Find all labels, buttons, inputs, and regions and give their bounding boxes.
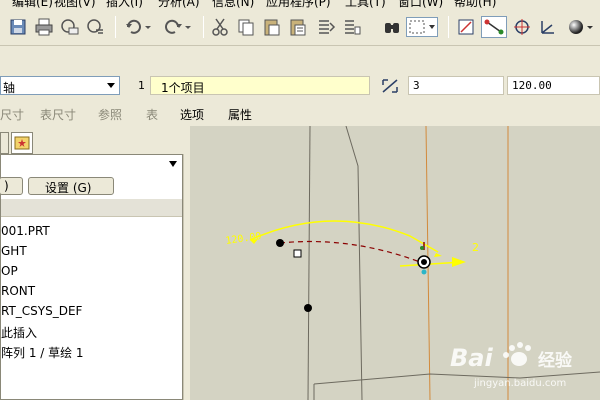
csys-icon[interactable] [538,17,558,37]
datum-axis-icon[interactable] [481,16,507,38]
undo-icon[interactable] [124,17,152,37]
axis-type-select[interactable]: 轴 [0,76,120,95]
tree-item-pattern[interactable]: 阵列 1 / 草绘 1 [1,344,84,361]
tree-item-front-plane[interactable]: RONT [1,284,35,298]
baidu-jingyan-watermark: Bai 经验 jingyan.baidu.com [446,336,600,400]
tab-options[interactable]: 选项 [180,106,204,123]
flip-direction-icon[interactable] [380,77,400,95]
toolbar [0,9,600,46]
tab-references[interactable]: 参照 [98,106,122,123]
paw-icon [503,342,531,366]
regen-manager-icon[interactable] [342,17,362,37]
paste-icon[interactable] [262,17,282,37]
menu-bar: 编辑(E) 视图(V) 插入(I) 分析(A) 信息(N) 应用程序(P) 工具… [0,0,600,9]
tree-item-insert-here[interactable]: 此插入 [1,324,37,341]
menu-view[interactable]: 视图(V) [54,0,96,9]
model-tree: ) 设置 (G) 001.PRT GHT OP RONT RT_CSYS_DEF… [0,154,183,400]
tree-item-part[interactable]: 001.PRT [1,224,50,238]
tab-table[interactable]: 表 [146,106,158,123]
watermark-brand-suffix: 经验 [538,350,573,371]
tree-item-top-plane[interactable]: OP [1,264,18,278]
menu-analysis[interactable]: 分析(A) [158,0,200,9]
menu-tools[interactable]: 工具(T) [345,0,386,9]
axis-type-value: 轴 [3,81,16,95]
panel-tabs: 尺寸 表尺寸 参照 表 选项 属性 [0,100,600,126]
menu-edit[interactable]: 编辑(E) [12,0,53,9]
chevron-down-icon[interactable] [169,161,177,167]
menu-window[interactable]: 窗口(W) [398,0,443,9]
cut-icon[interactable] [210,17,230,37]
email-link-icon[interactable] [86,17,106,37]
tab-dimensions[interactable]: 尺寸 [0,106,24,123]
navigator-tab-favorites[interactable] [11,132,33,154]
paste-special-icon[interactable] [288,17,308,37]
datum-plane-icon[interactable] [456,17,476,37]
regenerate-icon[interactable] [316,17,336,37]
shading-icon[interactable] [566,17,596,37]
find-icon[interactable] [382,17,402,37]
settings-button[interactable]: 设置 (G) [28,177,114,195]
show-button[interactable]: ) [0,177,23,195]
menu-applications[interactable]: 应用程序(P) [266,0,331,9]
navigator-tab-model-tree[interactable] [0,132,9,154]
datum-point-icon[interactable] [512,17,532,37]
tab-properties[interactable]: 属性 [228,106,252,123]
count-label[interactable]: 2 [472,241,479,254]
watermark-url: jingyan.baidu.com [473,378,566,389]
model-tree-panel: ) 设置 (G) 001.PRT GHT OP RONT RT_CSYS_DEF… [0,126,190,400]
pattern-count-input[interactable]: 3 [408,76,504,95]
copy-icon[interactable] [236,17,256,37]
tree-item-csys[interactable]: RT_CSYS_DEF [1,304,82,318]
angle-dimension-label[interactable]: 120.00 [225,231,262,247]
tree-item-right-plane[interactable]: GHT [1,244,27,258]
reference-collector[interactable]: 1个项目 [150,76,370,95]
watermark-brand: Bai [450,344,493,372]
redo-icon[interactable] [164,17,192,37]
model-tree-scrollbar[interactable] [183,154,190,400]
menu-insert[interactable]: 插入(I) [106,0,143,9]
tab-table-dimensions[interactable]: 表尺寸 [40,106,76,123]
reference-index: 1 [138,79,145,92]
pattern-angle-input[interactable]: 120.00 [507,76,600,95]
menu-info[interactable]: 信息(N) [212,0,254,9]
reference-collector-value: 1个项目 [161,81,205,95]
email-icon[interactable] [60,17,80,37]
menu-help[interactable]: 帮助(H) [454,0,496,9]
chevron-down-icon [107,83,115,88]
dashboard: 轴 1 1个项目 3 120.00 [0,46,600,100]
print-icon[interactable] [34,17,54,37]
navigator-tabs [0,132,190,154]
selection-filter-box[interactable] [406,17,438,37]
model-tree-header [1,199,182,217]
save-icon[interactable] [8,17,28,37]
